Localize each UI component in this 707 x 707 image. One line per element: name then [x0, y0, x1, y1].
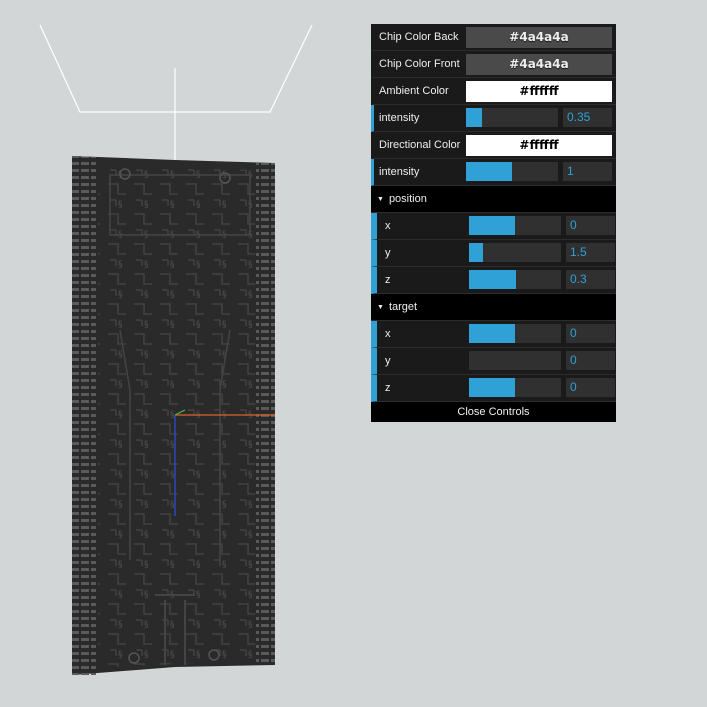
target-z-input[interactable]: 0 — [566, 378, 615, 397]
close-controls-button[interactable]: Close Controls — [371, 402, 616, 422]
chip-color-back-label: Chip Color Back — [379, 31, 459, 43]
chip-color-back-row: Chip Color Back #4a4a4a — [371, 24, 616, 51]
directional-color-picker[interactable]: #ffffff — [466, 135, 612, 156]
position-y-slider[interactable] — [469, 243, 561, 262]
chip-color-front-label: Chip Color Front — [379, 58, 460, 70]
position-z-slider[interactable] — [469, 270, 561, 289]
chip-color-front-row: Chip Color Front #4a4a4a — [371, 51, 616, 78]
slider-fill — [469, 243, 483, 262]
directional-color-row: Directional Color #ffffff — [371, 132, 616, 159]
ambient-intensity-slider[interactable] — [466, 108, 558, 127]
slider-fill — [469, 216, 515, 235]
ambient-intensity-input[interactable]: 0.35 — [563, 108, 612, 127]
ambient-intensity-row: intensity 0.35 — [371, 105, 616, 132]
target-x-label: x — [385, 328, 391, 340]
slider-fill — [466, 162, 512, 181]
position-folder-title[interactable]: ▼ position — [371, 186, 616, 213]
target-x-input[interactable]: 0 — [566, 324, 615, 343]
position-y-label: y — [385, 247, 391, 259]
ambient-color-row: Ambient Color #ffffff — [371, 78, 616, 105]
target-x-row: x 0 — [371, 321, 616, 348]
controls-panel: Chip Color Back #4a4a4a Chip Color Front… — [371, 24, 616, 422]
position-x-slider[interactable] — [469, 216, 561, 235]
target-folder-label: target — [388, 301, 418, 313]
position-x-input[interactable]: 0 — [566, 216, 615, 235]
target-y-slider[interactable] — [469, 351, 561, 370]
chip-color-back-picker[interactable]: #4a4a4a — [466, 27, 612, 48]
slider-fill — [466, 108, 482, 127]
chip-color-front-picker[interactable]: #4a4a4a — [466, 54, 612, 75]
target-folder-title[interactable]: ▼ target — [371, 294, 616, 321]
ambient-color-label: Ambient Color — [379, 85, 449, 97]
slider-fill — [469, 378, 515, 397]
target-y-label: y — [385, 355, 391, 367]
target-x-slider[interactable] — [469, 324, 561, 343]
position-folder-label: position — [388, 193, 427, 205]
position-x-row: x 0 — [371, 213, 616, 240]
slider-fill — [469, 270, 516, 289]
slider-fill — [469, 324, 515, 343]
directional-intensity-slider[interactable] — [466, 162, 558, 181]
target-y-row: y 0 — [371, 348, 616, 375]
directional-color-label: Directional Color — [379, 139, 461, 151]
target-z-row: z 0 — [371, 375, 616, 402]
directional-intensity-row: intensity 1 — [371, 159, 616, 186]
position-z-label: z — [385, 274, 391, 286]
position-y-row: y 1.5 — [371, 240, 616, 267]
directional-intensity-label: intensity — [379, 166, 420, 178]
directional-intensity-input[interactable]: 1 — [563, 162, 612, 181]
target-z-label: z — [385, 382, 391, 394]
position-x-label: x — [385, 220, 391, 232]
position-z-row: z 0.3 — [371, 267, 616, 294]
position-y-input[interactable]: 1.5 — [566, 243, 615, 262]
target-z-slider[interactable] — [469, 378, 561, 397]
position-z-input[interactable]: 0.3 — [566, 270, 615, 289]
target-y-input[interactable]: 0 — [566, 351, 615, 370]
ambient-color-picker[interactable]: #ffffff — [466, 81, 612, 102]
ambient-intensity-label: intensity — [379, 112, 420, 124]
caret-down-icon: ▼ — [377, 196, 384, 203]
caret-down-icon: ▼ — [377, 304, 384, 311]
